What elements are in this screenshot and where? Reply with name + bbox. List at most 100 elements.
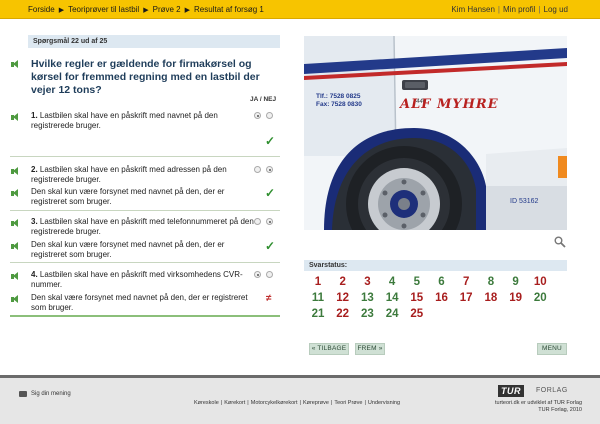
answer-status-5[interactable]: 5: [405, 276, 429, 288]
footer-link[interactable]: Teori Prøve: [334, 400, 362, 406]
answer-status-16[interactable]: 16: [430, 292, 454, 304]
breadcrumb-separator-icon: ▶: [58, 6, 65, 14]
menu-button[interactable]: MENU: [537, 343, 567, 355]
answer-status-2[interactable]: 2: [331, 276, 355, 288]
statement-3: 3. Lastbilen skal have en påskrift med t…: [31, 217, 256, 237]
speaker-icon[interactable]: [11, 60, 20, 69]
logout-link[interactable]: Log ud: [544, 5, 568, 14]
radio-ja-2[interactable]: [254, 166, 261, 173]
breadcrumb-separator-icon: ▶: [143, 6, 149, 14]
checkmark-icon: ✓: [265, 186, 276, 200]
footer-links: Køreskole | Kørekort | Motorcykelkørekort |…: [194, 400, 400, 406]
answer-status-18[interactable]: 18: [479, 292, 503, 304]
footer-link[interactable]: Kørekort: [224, 400, 245, 406]
answer-status-25[interactable]: 25: [405, 308, 429, 320]
statement-number: 4.: [31, 270, 38, 279]
footer-link[interactable]: Køreskole: [194, 400, 219, 406]
speaker-icon[interactable]: [11, 219, 20, 228]
tur-logo[interactable]: TUR FORLAG: [498, 384, 582, 399]
answer-status-4[interactable]: 4: [380, 276, 404, 288]
footer-link[interactable]: Motorcykelkørekort: [251, 400, 298, 406]
statement-1: 1. Lastbilen skal have en påskrift med n…: [31, 111, 256, 131]
statement-number: 1.: [31, 111, 38, 120]
answer-status-1[interactable]: 1: [306, 276, 330, 288]
svarstatus-header: Svarstatus:: [304, 260, 567, 271]
answer-status-21[interactable]: 21: [306, 308, 330, 320]
answer-status-23[interactable]: 23: [355, 308, 379, 320]
answer-status-13[interactable]: 13: [355, 292, 379, 304]
breadcrumb-current: Resultat af forsøg 1: [194, 5, 264, 14]
separator: |: [299, 400, 301, 406]
speech-bubble-icon: [19, 391, 27, 397]
speaker-icon[interactable]: [11, 295, 20, 304]
divider: [10, 262, 280, 263]
forlag-logo-text: FORLAG: [536, 387, 568, 394]
answer-status-14[interactable]: 14: [380, 292, 404, 304]
feedback-link[interactable]: Sig din mening: [19, 391, 71, 397]
breadcrumb-teoriprover[interactable]: Teoriprøver til lastbil: [68, 5, 139, 14]
truck-photo: 440 Tlf.: 7528 0825 Fax: 7528 0830 ALF M…: [304, 36, 567, 230]
answer-status-3[interactable]: 3: [355, 276, 379, 288]
checkmark-icon: ✓: [265, 134, 276, 148]
divider: [10, 315, 280, 317]
statement-text: Lastbilen skal have en påskrift med tele…: [31, 217, 254, 236]
feedback-label: Sig din mening: [31, 391, 71, 397]
breadcrumb-separator-icon: ▶: [184, 6, 191, 14]
statement-explanation: Den skal kun være forsynet med navnet på…: [31, 187, 225, 206]
breadcrumb: Forside ▶ Teoriprøver til lastbil ▶ Prøv…: [28, 5, 264, 14]
statement-explanation: Den skal være forsynet med navnet på den…: [31, 293, 248, 312]
statement-number: 3.: [31, 217, 38, 226]
answer-status-6[interactable]: 6: [430, 276, 454, 288]
radio-nej-3[interactable]: [266, 218, 273, 225]
speaker-icon[interactable]: [11, 272, 20, 281]
answer-status-9[interactable]: 9: [504, 276, 528, 288]
answer-status-24[interactable]: 24: [380, 308, 404, 320]
ja-nej-label: JA / NEJ: [250, 96, 277, 103]
copyright-text: TUR Forlag, 2010: [538, 407, 582, 413]
forward-button[interactable]: FREM »: [355, 343, 385, 355]
separator: |: [497, 5, 500, 14]
back-button[interactable]: « TILBAGE: [309, 343, 349, 355]
answer-status-8[interactable]: 8: [479, 276, 503, 288]
separator: |: [538, 5, 541, 14]
breadcrumb-home[interactable]: Forside: [28, 5, 55, 14]
separator: |: [220, 400, 223, 406]
answer-status-7[interactable]: 7: [454, 276, 478, 288]
separator: |: [330, 400, 333, 406]
question-counter: Spørgsmål 22 ud af 25: [28, 35, 280, 48]
radio-ja-1[interactable]: [254, 112, 261, 119]
credit-text: turteori.dk er udviklet af TUR Forlag: [494, 400, 582, 406]
speaker-icon[interactable]: [11, 242, 20, 251]
answer-status-19[interactable]: 19: [504, 292, 528, 304]
answer-status-15[interactable]: 15: [405, 292, 429, 304]
footer-link[interactable]: Undervisning: [368, 400, 400, 406]
separator: |: [247, 400, 249, 406]
copyright: turteori.dk er udviklet af TUR Forlag TU…: [495, 400, 582, 414]
statement-explanation: Den skal kun være forsynet med navnet på…: [31, 240, 225, 259]
my-profile-link[interactable]: Min profil: [503, 5, 535, 14]
answer-status-10[interactable]: 10: [528, 276, 552, 288]
speaker-icon[interactable]: [11, 189, 20, 198]
cross-icon: ≠: [266, 293, 272, 304]
radio-nej-2[interactable]: [266, 166, 273, 173]
radio-ja-3[interactable]: [254, 218, 261, 225]
speaker-icon[interactable]: [11, 113, 20, 122]
zoom-icon[interactable]: [554, 236, 566, 248]
photo-fax: Fax: 7528 0830: [316, 101, 362, 108]
answer-status-12[interactable]: 12: [331, 292, 355, 304]
separator: |: [364, 400, 366, 406]
answer-status-20[interactable]: 20: [528, 292, 552, 304]
footer-link[interactable]: Køreprøve: [303, 400, 329, 406]
radio-nej-1[interactable]: [266, 112, 273, 119]
breadcrumb-prove[interactable]: Prøve 2: [153, 5, 181, 14]
answer-status-11[interactable]: 11: [306, 292, 330, 304]
checkmark-icon: ✓: [265, 239, 276, 253]
top-bar: Forside ▶ Teoriprøver til lastbil ▶ Prøv…: [0, 0, 600, 19]
radio-nej-4[interactable]: [266, 271, 273, 278]
user-links: Kim Hansen | Min profil | Log ud: [451, 5, 568, 14]
speaker-icon[interactable]: [11, 167, 20, 176]
answer-status-22[interactable]: 22: [331, 308, 355, 320]
radio-ja-4[interactable]: [254, 271, 261, 278]
tur-logo-text: TUR: [498, 385, 524, 397]
answer-status-17[interactable]: 17: [454, 292, 478, 304]
